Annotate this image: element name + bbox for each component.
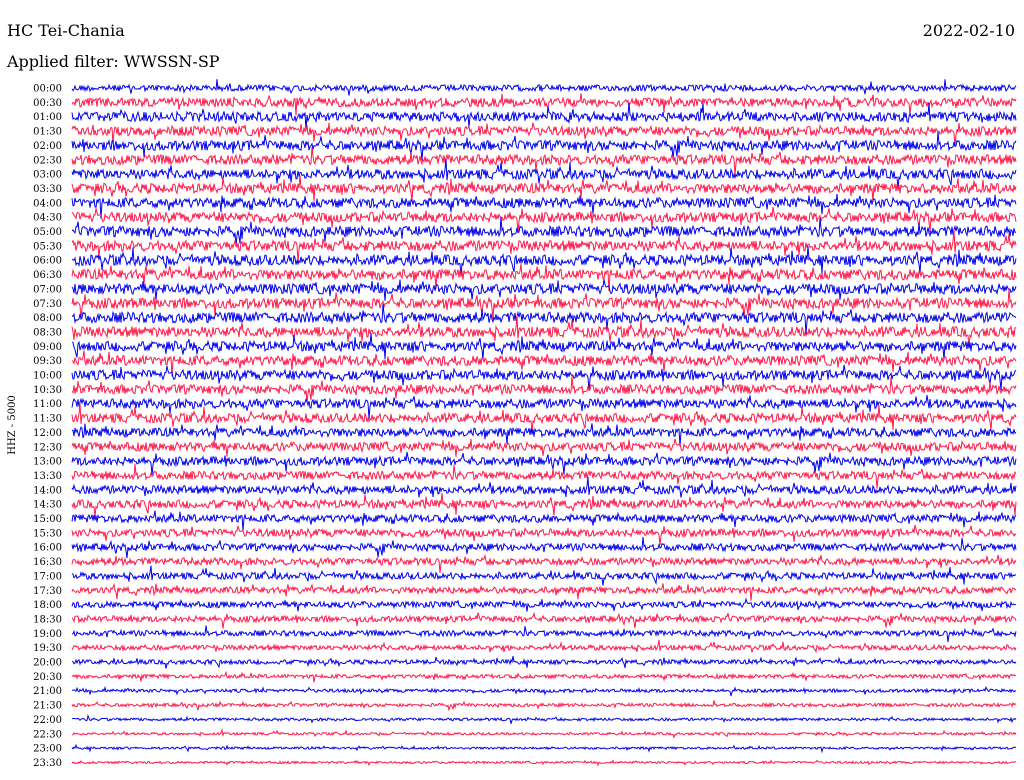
row-time-label: 12:00 [33,428,62,439]
row-time-label: 22:00 [33,715,62,726]
row-time-label: 08:30 [33,327,62,338]
row-time-label: 02:30 [33,155,62,166]
row-time-label: 06:30 [33,270,62,281]
helicorder-plot: 00:00 00:30 01:00 01:30 02:00 02:30 03:00 03:30… [0,0,1024,780]
row-time-label: 06:00 [33,256,62,267]
row-time-label: 20:00 [33,658,62,669]
row-time-label: 03:30 [33,184,62,195]
row-time-label: 19:00 [33,629,62,640]
filter-label: Applied filter: WWSSN-SP [6,52,220,71]
row-time-label: 18:30 [33,614,62,625]
row-time-label: 00:00 [33,84,62,95]
row-time-label: 15:30 [33,528,62,539]
row-time-label: 10:00 [33,371,62,382]
row-time-label: 13:00 [33,457,62,468]
row-time-label: 21:30 [33,701,62,712]
row-time-label: 16:30 [33,557,62,568]
row-time-label: 10:30 [33,385,62,396]
row-time-label: 17:00 [33,571,62,582]
row-time-label: 22:30 [33,729,62,740]
row-time-label: 08:00 [33,313,62,324]
row-time-label: 18:00 [33,600,62,611]
row-time-label: 02:00 [33,141,62,152]
row-time-label: 11:00 [33,399,62,410]
row-time-label: 05:00 [33,227,62,238]
row-time-label: 11:30 [33,414,62,425]
row-time-label: 19:30 [33,643,62,654]
row-time-label: 07:30 [33,299,62,310]
row-time-label: 03:00 [33,170,62,181]
row-time-label: 13:30 [33,471,62,482]
row-time-label: 09:30 [33,356,62,367]
row-time-label: 12:30 [33,442,62,453]
row-time-label: 00:30 [33,98,62,109]
row-time-label: 14:00 [33,485,62,496]
row-time-label: 21:00 [33,686,62,697]
row-time-label: 16:00 [33,543,62,554]
row-time-label: 05:30 [33,241,62,252]
row-time-label: 01:00 [33,112,62,123]
row-time-label: 20:30 [33,672,62,683]
row-time-label: 07:00 [33,284,62,295]
row-time-label: 09:00 [33,342,62,353]
row-time-label: 01:30 [33,127,62,138]
row-time-label: 15:00 [33,514,62,525]
row-time-label: 17:30 [33,586,62,597]
y-axis-label: HHZ - 5000 [7,395,18,455]
row-time-label: 04:00 [33,198,62,209]
row-time-label: 04:30 [33,213,62,224]
date-label: 2022-02-10 [923,21,1015,40]
row-time-label: 14:30 [33,500,62,511]
row-time-label: 23:00 [33,744,62,755]
row-time-label: 23:30 [33,758,62,769]
station-title: HC Tei-Chania [7,21,125,40]
